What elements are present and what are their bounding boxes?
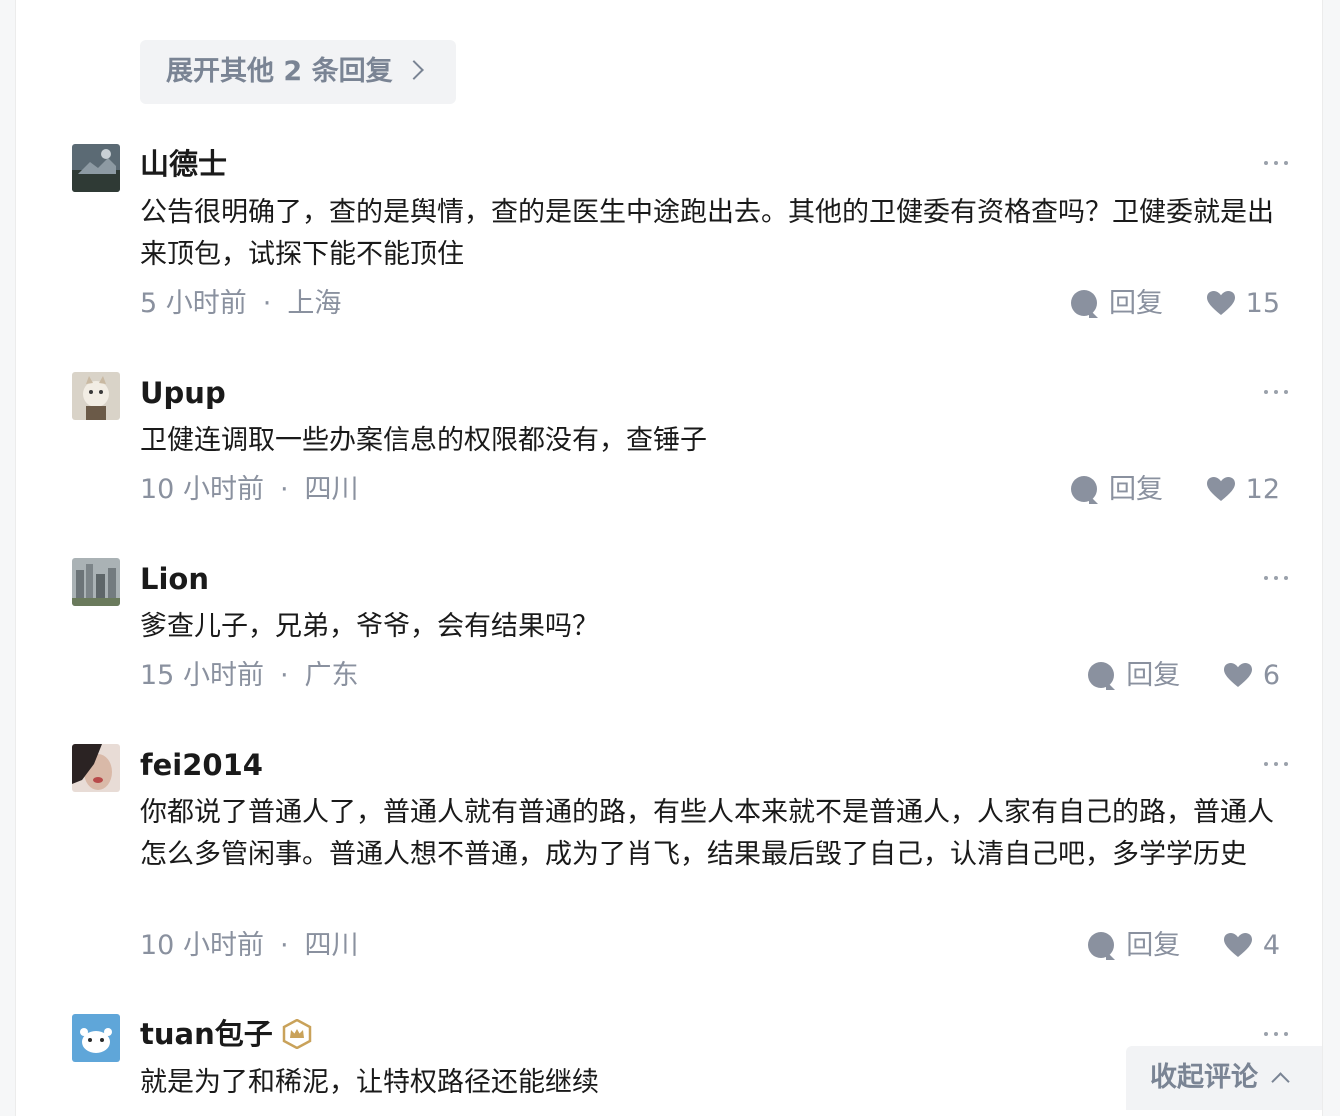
reply-label: 回复 [1109, 288, 1164, 319]
reply-label: 回复 [1126, 930, 1181, 961]
comment-time: 5 小时前 [140, 288, 247, 319]
comment-time: 15 小时前 [140, 660, 264, 691]
comment-location: 上海 [287, 288, 342, 319]
meta-separator: · [279, 660, 289, 691]
comment-bubble-icon [1088, 932, 1116, 960]
username-text: tuan包子 [140, 1017, 273, 1051]
like-button[interactable]: 4 [1223, 926, 1280, 966]
like-count: 4 [1262, 930, 1280, 961]
avatar[interactable] [72, 372, 120, 420]
username[interactable]: Upup [140, 373, 226, 413]
like-button[interactable]: 15 [1206, 284, 1280, 324]
like-button[interactable]: 6 [1223, 656, 1280, 696]
like-button[interactable]: 12 [1206, 470, 1280, 510]
comment-actions: 回复 15 [1071, 284, 1280, 324]
reply-button[interactable]: 回复 [1071, 284, 1163, 324]
comment-actions: 回复 6 [1088, 656, 1280, 696]
username[interactable]: 山德士 [140, 144, 227, 184]
comment-actions: 回复 12 [1071, 470, 1280, 510]
username[interactable]: fei2014 [140, 745, 263, 785]
comments-panel: 展开其他 2 条回复 山德士 公告很明确了，查的是舆情，查的是医生中途跑出去。其… [15, 0, 1323, 1116]
more-dots-icon[interactable] [1262, 1021, 1290, 1045]
username[interactable]: tuan包子 [140, 1014, 313, 1054]
comment-bubble-icon [1071, 476, 1099, 504]
reply-label: 回复 [1109, 474, 1164, 505]
collapse-comments-label: 收起评论 [1150, 1062, 1258, 1093]
expand-replies-label: 展开其他 2 条回复 [166, 56, 393, 87]
comment-location: 四川 [304, 474, 359, 505]
chevron-right-icon [403, 60, 424, 80]
meta-separator: · [262, 288, 272, 319]
comment-text: 就是为了和稀泥，让特权路径还能继续 [140, 1067, 599, 1098]
comment-bubble-icon [1088, 662, 1116, 690]
avatar[interactable] [72, 1014, 120, 1062]
reply-button[interactable]: 回复 [1088, 926, 1180, 966]
more-dots-icon[interactable] [1262, 565, 1290, 589]
reply-button[interactable]: 回复 [1071, 470, 1163, 510]
comment-meta: 5 小时前 · 上海 [140, 284, 341, 324]
comment-meta: 10 小时前 · 四川 [140, 470, 359, 510]
avatar[interactable] [72, 558, 120, 606]
heart-icon [1223, 933, 1252, 957]
avatar[interactable] [72, 144, 120, 192]
comment-location: 四川 [304, 930, 359, 961]
meta-separator: · [279, 474, 289, 505]
comment-time: 10 小时前 [140, 930, 264, 961]
comment-text: 爹查儿子，兄弟，爷爷，会有结果吗？ [140, 611, 599, 642]
comment-text: 你都说了普通人了，普通人就有普通的路，有些人本来就不是普通人，人家有自己的路，普… [140, 797, 1274, 870]
heart-icon [1223, 663, 1252, 687]
comment-actions: 回复 4 [1088, 926, 1280, 966]
reply-button[interactable]: 回复 [1088, 656, 1180, 696]
comment-meta: 15 小时前 · 广东 [140, 656, 359, 696]
comment-text: 公告很明确了，查的是舆情，查的是医生中途跑出去。其他的卫健委有资格查吗？卫健委就… [140, 197, 1274, 270]
more-dots-icon[interactable] [1262, 150, 1290, 174]
like-count: 15 [1245, 288, 1280, 319]
expand-replies-button[interactable]: 展开其他 2 条回复 [140, 40, 456, 104]
heart-icon [1206, 477, 1235, 501]
collapse-comments-button[interactable]: 收起评论 [1126, 1046, 1322, 1110]
comment-text: 卫健连调取一些办案信息的权限都没有，查锤子 [140, 425, 707, 456]
reply-label: 回复 [1126, 660, 1181, 691]
avatar[interactable] [72, 744, 120, 792]
more-dots-icon[interactable] [1262, 379, 1290, 403]
heart-icon [1206, 291, 1235, 315]
comment-time: 10 小时前 [140, 474, 264, 505]
comment-meta: 10 小时前 · 四川 [140, 926, 359, 966]
comment-location: 广东 [304, 660, 359, 691]
comment-bubble-icon [1071, 290, 1099, 318]
meta-separator: · [279, 930, 289, 961]
more-dots-icon[interactable] [1262, 751, 1290, 775]
chevron-up-icon [1271, 1072, 1290, 1091]
crown-badge-icon [282, 1019, 311, 1049]
username[interactable]: Lion [140, 559, 209, 599]
like-count: 12 [1245, 474, 1280, 505]
like-count: 6 [1262, 660, 1280, 691]
